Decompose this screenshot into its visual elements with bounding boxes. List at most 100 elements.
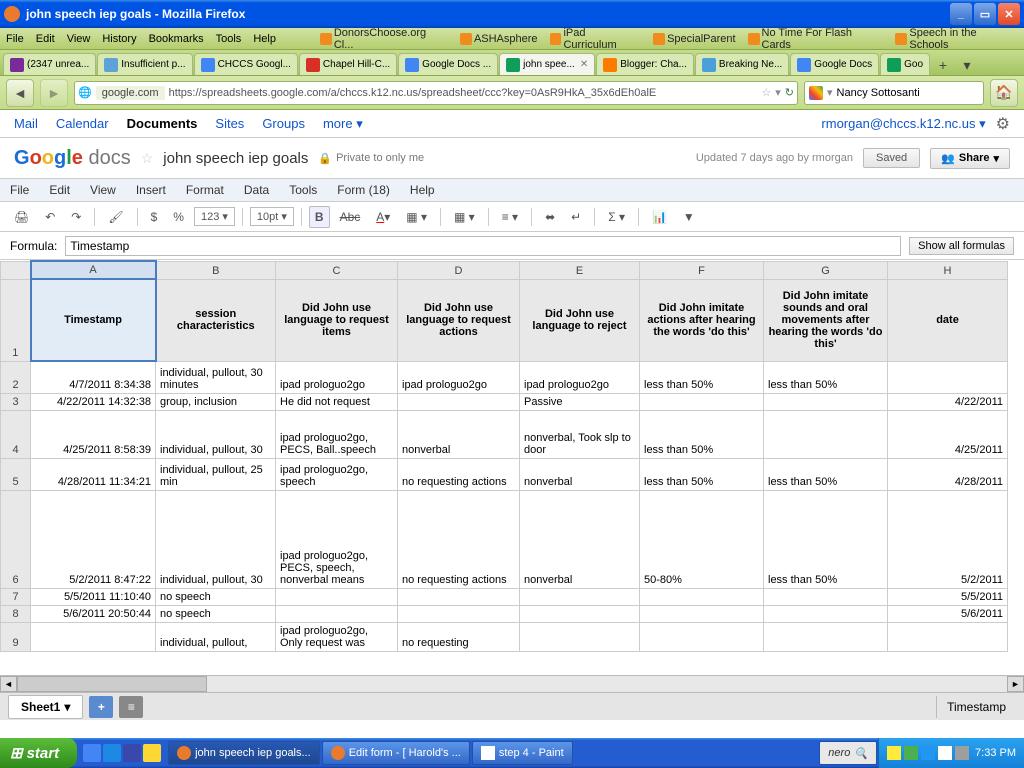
cell[interactable] xyxy=(888,622,1008,651)
cell[interactable] xyxy=(640,588,764,605)
gbar-calendar[interactable]: Calendar xyxy=(56,116,109,131)
cell[interactable]: 4/25/2011 xyxy=(888,410,1008,458)
bookmark-item[interactable]: DonorsChoose.org Cl... xyxy=(320,27,448,51)
cell[interactable]: ipad prologuo2go xyxy=(520,361,640,393)
cell[interactable]: 4/7/2011 8:34:38 xyxy=(31,361,156,393)
filter-icon[interactable]: ▼ xyxy=(677,206,701,228)
row-header[interactable]: 9 xyxy=(1,622,31,651)
docmenu-tools[interactable]: Tools xyxy=(289,183,317,197)
cell[interactable]: no speech xyxy=(156,605,276,622)
close-tab-icon[interactable]: ✕ xyxy=(580,59,588,70)
header-cell[interactable]: Did John imitate sounds and oral movemen… xyxy=(764,279,888,361)
star-icon[interactable]: ☆ xyxy=(141,150,154,167)
cell[interactable]: nonverbal, Took slp to door xyxy=(520,410,640,458)
cell[interactable]: less than 50% xyxy=(640,361,764,393)
cell[interactable]: less than 50% xyxy=(764,490,888,588)
cell[interactable] xyxy=(520,605,640,622)
cell[interactable] xyxy=(888,361,1008,393)
bookmark-item[interactable]: SpecialParent xyxy=(653,33,736,45)
minimize-button[interactable]: _ xyxy=(950,3,972,25)
system-tray[interactable]: 7:33 PM xyxy=(878,738,1024,768)
back-button[interactable]: ◄ xyxy=(6,79,34,107)
show-all-formulas-button[interactable]: Show all formulas xyxy=(909,237,1014,255)
header-cell[interactable]: Timestamp xyxy=(31,279,156,361)
docmenu-data[interactable]: Data xyxy=(244,183,269,197)
column-header[interactable]: C xyxy=(276,261,398,279)
gbar-groups[interactable]: Groups xyxy=(262,116,305,131)
header-cell[interactable]: Did John imitate actions after hearing t… xyxy=(640,279,764,361)
cell[interactable] xyxy=(640,605,764,622)
menu-bookmarks[interactable]: Bookmarks xyxy=(149,33,204,45)
docmenu-file[interactable]: File xyxy=(10,183,29,197)
browser-tab[interactable]: (2347 unrea... xyxy=(3,53,96,75)
start-button[interactable]: ⊞start xyxy=(0,738,77,768)
maximize-button[interactable]: ▭ xyxy=(974,3,996,25)
close-button[interactable]: ✕ xyxy=(998,3,1020,25)
browser-tab[interactable]: Goo xyxy=(880,53,930,75)
cell[interactable]: nonverbal xyxy=(398,410,520,458)
cell[interactable] xyxy=(398,588,520,605)
chart-icon[interactable]: 📊 xyxy=(646,206,673,228)
bold-icon[interactable]: B xyxy=(309,206,330,228)
redo-icon[interactable]: ↷ xyxy=(65,206,87,228)
docmenu-edit[interactable]: Edit xyxy=(49,183,70,197)
add-sheet-button[interactable]: + xyxy=(89,696,113,718)
gbar-documents[interactable]: Documents xyxy=(127,116,198,131)
folder-icon[interactable] xyxy=(143,744,161,762)
percent-icon[interactable]: % xyxy=(167,206,190,228)
cell[interactable] xyxy=(764,605,888,622)
cell[interactable] xyxy=(640,393,764,410)
new-tab-button[interactable]: + xyxy=(931,55,955,75)
bookmark-star-icon[interactable]: ☆ xyxy=(761,86,771,99)
row-header[interactable]: 4 xyxy=(1,410,31,458)
bookmark-item[interactable]: iPad Curriculum xyxy=(550,27,642,51)
url-field[interactable]: 🌐 google.com https://spreadsheets.google… xyxy=(74,81,798,105)
row-header[interactable]: 5 xyxy=(1,458,31,490)
menu-tools[interactable]: Tools xyxy=(216,33,242,45)
forward-button[interactable]: ► xyxy=(40,79,68,107)
gear-icon[interactable]: ⚙ xyxy=(996,114,1010,134)
cell[interactable]: less than 50% xyxy=(764,361,888,393)
cell[interactable] xyxy=(31,622,156,651)
scroll-left-icon[interactable]: ◄ xyxy=(0,676,17,692)
browser-tab[interactable]: CHCCS Googl... xyxy=(194,53,298,75)
cell[interactable]: group, inclusion xyxy=(156,393,276,410)
cell[interactable]: no requesting actions xyxy=(398,458,520,490)
browser-tab[interactable]: Google Docs ... xyxy=(398,53,498,75)
number-format-select[interactable]: 123 ▾ xyxy=(194,207,235,226)
row-header[interactable]: 8 xyxy=(1,605,31,622)
docmenu-format[interactable]: Format xyxy=(186,183,224,197)
bookmark-item[interactable]: Speech in the Schools xyxy=(895,27,1018,51)
menu-edit[interactable]: Edit xyxy=(36,33,55,45)
row-header[interactable]: 3 xyxy=(1,393,31,410)
tray-icon[interactable] xyxy=(921,746,935,760)
header-cell[interactable]: Did John use language to reject xyxy=(520,279,640,361)
fill-color-icon[interactable]: ▦ ▾ xyxy=(400,206,433,228)
tray-icon[interactable] xyxy=(904,746,918,760)
gbar-sites[interactable]: Sites xyxy=(215,116,244,131)
cell[interactable]: individual, pullout, 30 xyxy=(156,490,276,588)
cell[interactable] xyxy=(398,393,520,410)
formula-input[interactable] xyxy=(65,236,901,256)
docmenu-form[interactable]: Form (18) xyxy=(337,183,390,197)
strikethrough-icon[interactable]: Abc xyxy=(334,206,367,228)
docmenu-help[interactable]: Help xyxy=(410,183,435,197)
cell[interactable]: less than 50% xyxy=(764,458,888,490)
cell[interactable]: ipad prologuo2go, PECS, Ball..speech xyxy=(276,410,398,458)
cell[interactable]: individual, pullout, xyxy=(156,622,276,651)
cell[interactable] xyxy=(520,622,640,651)
cell[interactable]: 4/28/2011 11:34:21 xyxy=(31,458,156,490)
cell[interactable]: 4/22/2011 xyxy=(888,393,1008,410)
cell[interactable]: Passive xyxy=(520,393,640,410)
cell[interactable] xyxy=(640,622,764,651)
search-field[interactable]: ▾ Nancy Sottosanti xyxy=(804,81,984,105)
cell[interactable] xyxy=(276,588,398,605)
horizontal-scrollbar[interactable]: ◄ ► xyxy=(0,675,1024,692)
bookmark-item[interactable]: No Time For Flash Cards xyxy=(748,27,884,51)
cell[interactable]: 4/22/2011 14:32:38 xyxy=(31,393,156,410)
merge-icon[interactable]: ⬌ xyxy=(539,206,561,228)
text-color-icon[interactable]: A ▾ xyxy=(370,206,396,228)
column-header[interactable]: G xyxy=(764,261,888,279)
header-cell[interactable]: Did John use language to request actions xyxy=(398,279,520,361)
privacy-label[interactable]: 🔒Private to only me xyxy=(318,152,424,165)
